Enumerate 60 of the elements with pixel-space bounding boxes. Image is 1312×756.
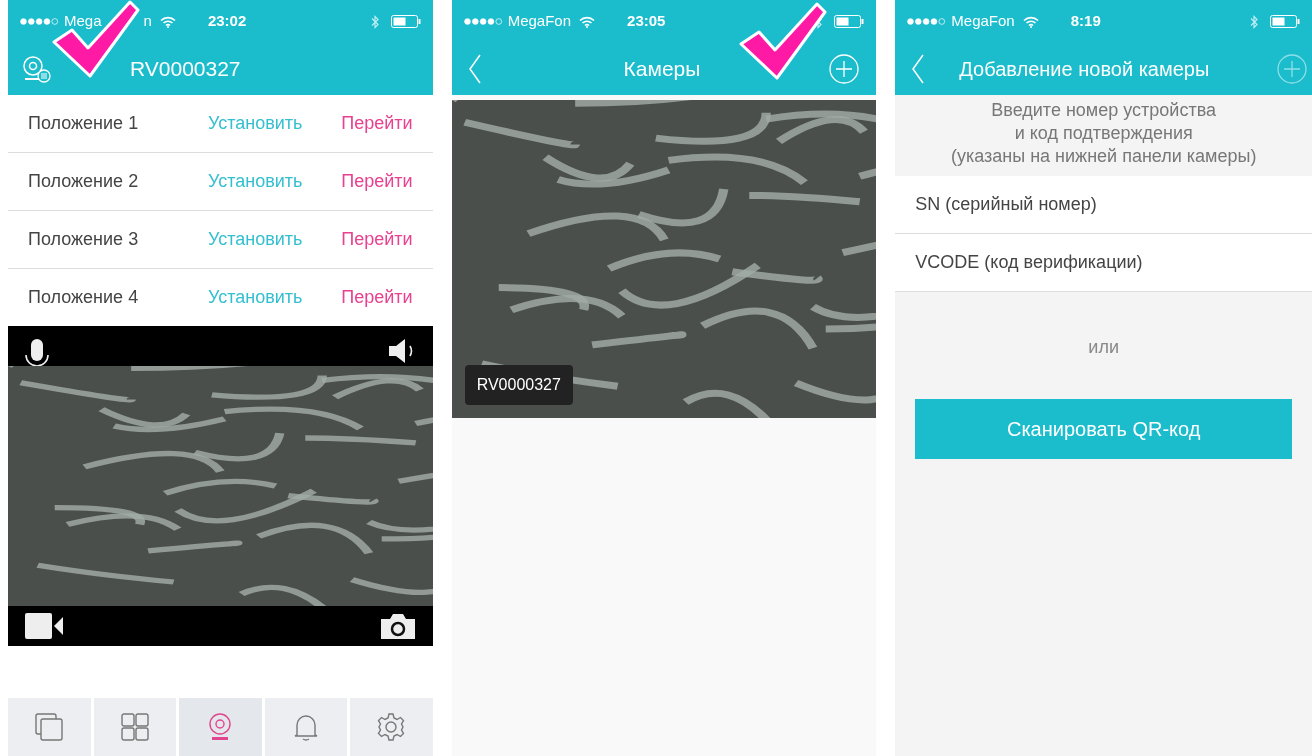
tab-bar-item[interactable] xyxy=(8,698,91,756)
preset-label: Положение 3 xyxy=(28,228,140,251)
nav-title: Добавление новой камеры xyxy=(959,57,1211,82)
instruction-text: и код подтверждения xyxy=(1014,122,1193,145)
wifi-icon xyxy=(579,15,596,28)
preset-label: Положение 2 xyxy=(28,170,140,193)
nav-title: Камеры xyxy=(623,56,701,83)
wifi-icon xyxy=(159,15,176,28)
camera-name-label: RV0000327 xyxy=(464,365,573,405)
battery-icon xyxy=(1270,15,1300,28)
bell-icon xyxy=(292,712,319,742)
add-button[interactable] xyxy=(828,53,861,85)
input-field[interactable]: VCODE (код верификации) xyxy=(895,234,1312,292)
carrier-name: MegaFon xyxy=(507,11,572,32)
stacked-squares-icon xyxy=(34,712,65,742)
bluetooth-icon xyxy=(370,14,379,29)
tab-bar-item[interactable] xyxy=(350,698,433,756)
signal-dots-icon xyxy=(463,18,504,25)
scan-qr-button[interactable]: Сканировать QR-код xyxy=(915,399,1292,459)
set-preset-link[interactable]: Установить xyxy=(208,226,303,253)
signal-dots-icon xyxy=(20,18,60,25)
back-icon xyxy=(467,54,482,84)
carrier-name: n xyxy=(143,11,152,32)
status-time: 23:05 xyxy=(627,11,666,32)
go-to-preset-link[interactable]: Перейти xyxy=(341,226,413,253)
settings-icon xyxy=(376,712,407,742)
input-field[interactable]: SN (серийный номер) xyxy=(895,176,1312,234)
status-time: 8:19 xyxy=(1070,11,1101,32)
carrier-name: Mega xyxy=(64,11,102,32)
tab-bar-item[interactable] xyxy=(264,698,348,756)
add-button[interactable] xyxy=(1276,53,1308,85)
camera-tile[interactable]: RV0000327 xyxy=(451,100,877,418)
battery-icon xyxy=(834,15,865,28)
instruction-text: (указаны на нижней панели камеры) xyxy=(950,145,1257,168)
tab-bar-item[interactable] xyxy=(93,698,177,756)
back-icon xyxy=(911,54,926,84)
wifi-icon xyxy=(1022,15,1039,28)
photo-camera-icon xyxy=(378,611,417,641)
carrier-name: MegaFon xyxy=(951,11,1015,32)
camera-icon xyxy=(207,712,234,742)
set-preset-link[interactable]: Установить xyxy=(208,168,303,195)
preset-label: Положение 4 xyxy=(28,286,140,309)
nav-title: RV0000327 xyxy=(130,56,241,83)
grid-icon xyxy=(120,713,149,741)
bluetooth-icon xyxy=(1250,14,1258,29)
video-camera-icon xyxy=(24,612,64,640)
plus-icon xyxy=(828,53,861,85)
plus-icon xyxy=(1276,53,1308,85)
set-preset-link[interactable]: Установить xyxy=(208,284,303,311)
go-to-preset-link[interactable]: Перейти xyxy=(341,110,413,137)
or-text: или xyxy=(1088,336,1119,359)
status-time: 23:02 xyxy=(207,11,247,32)
battery-icon xyxy=(390,15,421,28)
instruction-text: Введите номер устройства xyxy=(991,99,1216,122)
go-to-preset-link[interactable]: Перейти xyxy=(341,168,413,195)
preset-label: Положение 1 xyxy=(28,112,140,135)
signal-dots-icon xyxy=(907,18,948,25)
go-to-preset-link[interactable]: Перейти xyxy=(341,284,413,311)
tab-bar-item[interactable] xyxy=(179,698,262,756)
set-preset-link[interactable]: Установить xyxy=(208,110,303,137)
